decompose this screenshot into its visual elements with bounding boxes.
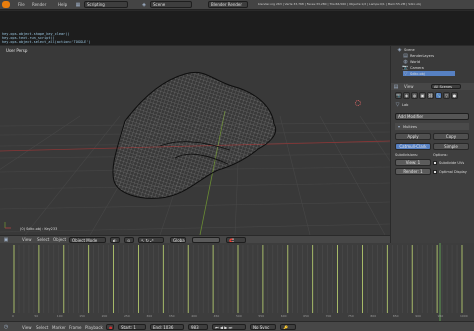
outliner-panel: ◈ Scene ▤ RenderLayers ◍ World 📷 Camera …	[391, 46, 474, 83]
menu-help[interactable]: Help	[58, 2, 67, 7]
console-log: hey.ops.object.shape_key_clear() hey.ops…	[0, 11, 474, 45]
modifier-header: ▾ Multires	[395, 123, 469, 130]
end-frame-field[interactable]: End: 1036	[150, 324, 184, 330]
timeline-tick-label: 350	[168, 314, 175, 318]
blender-logo-icon[interactable]	[2, 1, 10, 8]
catmull-clark-button[interactable]: Catmull-Clark	[395, 143, 431, 150]
viewport-label: User Persp	[6, 48, 28, 53]
timeline-menu-view[interactable]: View	[22, 325, 32, 330]
optimal-display-checkbox[interactable]: Optimal Display	[433, 168, 467, 175]
collapse-arrow-icon[interactable]: ▾	[397, 123, 401, 130]
properties-panel: 📷 ◈ ◍ ▣ ⛓ 🔧 ▽ ● ▽ Lab Add Modifier ▾ Mul…	[391, 90, 474, 243]
editor-type-icon[interactable]: ◷	[2, 323, 10, 330]
view-levels-field[interactable]: View: 1	[395, 159, 431, 166]
timeline-menu-frame[interactable]: Frame	[69, 325, 81, 330]
object-name: Lab	[402, 103, 409, 107]
timeline-tick-label: 0	[12, 314, 14, 318]
world-tab-icon[interactable]: ◍	[411, 92, 418, 99]
outliner-item-object[interactable]: ▽ Sdkc.obj	[403, 70, 455, 77]
constraints-tab-icon[interactable]: ⛓	[427, 92, 434, 99]
timeline-tick-label: 700	[325, 314, 332, 318]
timeline-tick-label: 500	[236, 314, 242, 318]
info-stats: blender.org 263 | Verts:33,768 | Faces:3…	[258, 2, 421, 6]
viewport-header: ▣ View Select Object Object Mode ◐ ⊙ ↖ ↻…	[0, 235, 390, 243]
timeline-menu-select[interactable]: Select	[36, 325, 48, 330]
properties-tabs: 📷 ◈ ◍ ▣ ⛓ 🔧 ▽ ●	[395, 92, 471, 100]
timeline-grid	[13, 243, 463, 321]
timeline-header: ◷ View Select Marker Frame Playback ● St…	[0, 321, 474, 331]
timeline-tick-label: 450	[213, 314, 220, 318]
timeline[interactable]: 0 50 100 150 200 250 300 350 400 450 500 550 600 650 7…	[0, 243, 474, 321]
start-frame-field[interactable]: Start: 1	[118, 324, 146, 330]
timeline-tick-label: 950	[437, 314, 444, 318]
data-tab-icon[interactable]: ▽	[443, 92, 450, 99]
scene-icon[interactable]: ◈	[140, 1, 148, 8]
outliner-view-tab[interactable]: View	[404, 84, 414, 89]
sync-dropdown[interactable]: No Sync	[250, 324, 276, 330]
subdivisions-label: Subdivisions:	[395, 153, 419, 157]
simple-button[interactable]: Simple	[433, 143, 469, 150]
menu-file[interactable]: File	[18, 2, 25, 7]
timeline-tick-label: 650	[303, 314, 309, 318]
timeline-tick-label: 1000	[460, 314, 468, 318]
light-lamp-icon[interactable]	[355, 100, 361, 106]
apply-button[interactable]: Apply	[395, 133, 431, 140]
record-button[interactable]: ●	[106, 324, 114, 330]
editor-type-icon[interactable]: ▤	[392, 83, 400, 90]
timeline-tick-label: 850	[392, 314, 399, 318]
current-frame-field[interactable]: 983	[188, 324, 208, 330]
editor-type-icon[interactable]: ▣	[2, 236, 10, 243]
object-tab-icon[interactable]: ▣	[419, 92, 426, 99]
timeline-tick-label: 300	[146, 314, 153, 318]
timeline-tick-label: 800	[370, 314, 377, 318]
viewport-menu-view[interactable]: View	[22, 237, 32, 242]
timeline-tick-label: 900	[415, 314, 421, 318]
viewport-menu-select[interactable]: Select	[37, 237, 49, 242]
outliner-scope-dropdown[interactable]: All Scenes	[431, 84, 461, 89]
material-tab-icon[interactable]: ●	[451, 92, 458, 99]
timeline-tick-label: 600	[280, 314, 287, 318]
checkbox-icon	[433, 160, 437, 165]
axis-gizmo-icon	[4, 222, 11, 229]
3d-viewport[interactable]: User Persp (0) Sdkc.obj : Key233	[0, 46, 390, 235]
scene-icon: ◈	[397, 46, 402, 53]
object-info-label: (0) Sdkc.obj : Key233	[20, 227, 58, 231]
timeline-tick-label: 100	[56, 314, 63, 318]
keying-set-dropdown[interactable]: 🔑	[280, 324, 296, 330]
top-menu-bar: File Render Help ▦ Scripting ◈ Scene Ble…	[0, 0, 474, 10]
timeline-menu-playback[interactable]: Playback	[85, 325, 103, 330]
scene-dropdown[interactable]: Scene	[150, 1, 192, 8]
timeline-tick-label: 550	[258, 314, 265, 318]
timeline-menu-marker[interactable]: Marker	[52, 325, 66, 330]
add-modifier-dropdown[interactable]: Add Modifier	[395, 113, 469, 120]
console-line: hey.ops.object.select_all(action='TOGGLE…	[2, 40, 91, 44]
copy-button[interactable]: Copy	[433, 133, 469, 140]
playback-controls[interactable]: ⏮ ◀ ▶ ⏭	[212, 324, 246, 330]
menu-render[interactable]: Render	[32, 2, 46, 7]
modifier-name: Multires	[403, 124, 417, 129]
timeline-tick-label: 200	[101, 314, 108, 318]
timeline-tick-label: 750	[348, 314, 354, 318]
render-levels-field[interactable]: Render: 1	[395, 168, 431, 175]
modifier-tab-icon[interactable]: 🔧	[435, 92, 442, 99]
timeline-tick-label: 150	[79, 314, 85, 318]
render-engine-dropdown[interactable]: Blender Render	[208, 1, 248, 8]
mesh-icon: ▽	[403, 70, 408, 77]
object-name-row: ▽ Lab	[395, 102, 409, 108]
timeline-tick-label: 400	[191, 314, 197, 318]
subdivide-uvs-checkbox[interactable]: Subdivide UVs	[433, 159, 464, 166]
timeline-tick-label: 50	[34, 314, 39, 318]
mesh-icon: ▽	[395, 102, 400, 108]
options-label: Options:	[433, 153, 448, 157]
screen-layout-icon[interactable]: ▦	[74, 1, 82, 8]
screen-layout-dropdown[interactable]: Scripting	[84, 1, 128, 8]
scene-tab-icon[interactable]: ◈	[403, 92, 410, 99]
timeline-tick-label: 250	[124, 314, 130, 318]
viewport-menu-object[interactable]: Object	[53, 237, 66, 242]
render-tab-icon[interactable]: 📷	[395, 92, 402, 99]
outliner-header: ▤ View All Scenes	[391, 83, 474, 90]
mesh-wireframe[interactable]	[0, 46, 390, 235]
checkbox-icon	[433, 169, 437, 174]
